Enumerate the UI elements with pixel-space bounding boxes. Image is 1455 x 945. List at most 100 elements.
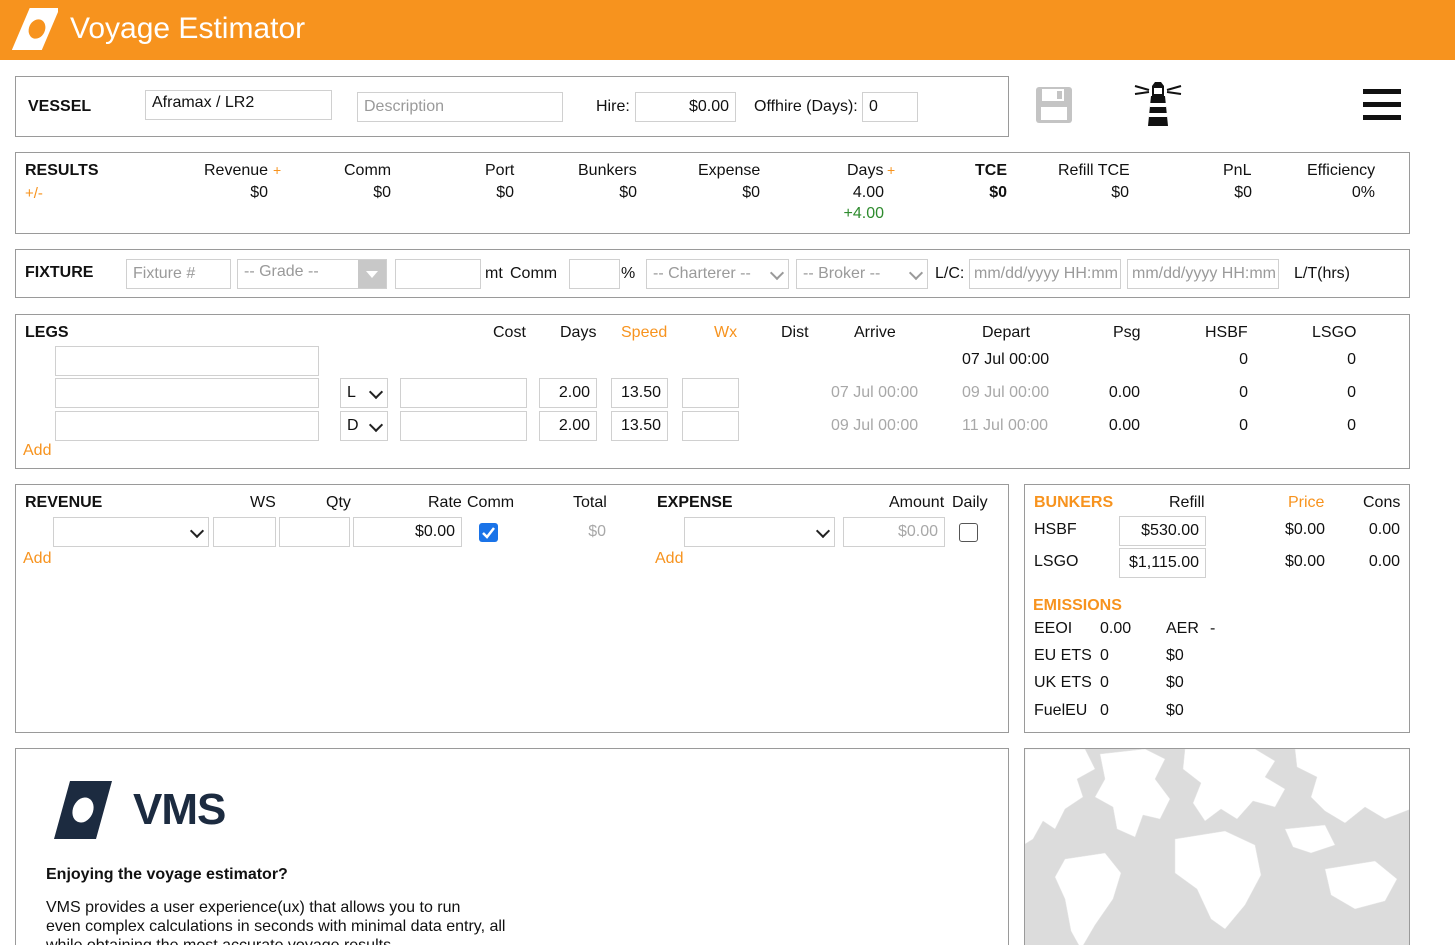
grade-select-value: -- Grade --	[244, 263, 319, 280]
laytime-label: L/T(hrs)	[1294, 265, 1350, 282]
lc-label: L/C:	[935, 265, 965, 282]
results-label: RESULTS	[25, 162, 99, 179]
leg-port-input[interactable]	[55, 378, 319, 408]
vessel-label: VESSEL	[28, 98, 92, 115]
results-revenue-label: Revenue	[204, 162, 269, 179]
revenue-ws-input[interactable]	[213, 517, 276, 547]
leg-start-port-input[interactable]	[55, 346, 319, 376]
vms-brand-text: VMS	[133, 785, 226, 834]
vessel-description-input[interactable]: Description	[357, 92, 563, 122]
leg-days-input[interactable]: 2.00	[539, 411, 597, 441]
caret-down-icon	[366, 271, 378, 278]
revenue-label: REVENUE	[25, 494, 103, 511]
leg-psg: 0.00	[1108, 417, 1140, 434]
revenue-type-select[interactable]	[53, 517, 209, 547]
map-panel[interactable]	[1024, 748, 1410, 945]
bunker-cons: 0.00	[1368, 553, 1400, 570]
leg-arrive: 07 Jul 00:00	[831, 384, 919, 401]
vms-logo-icon	[54, 781, 112, 839]
revenue-add-link[interactable]: Add	[23, 550, 51, 568]
laycan-to-input[interactable]: mm/dd/yyyy HH:mm	[1127, 259, 1279, 289]
leg-type-select[interactable]: L	[340, 378, 388, 408]
expense-type-select[interactable]	[684, 517, 835, 547]
broker-select-value: -- Broker --	[803, 265, 881, 282]
bunkers-header-price[interactable]: Price	[1288, 494, 1324, 512]
leg-type-value: L	[347, 384, 356, 401]
revenue-rate-input[interactable]: $0.00	[353, 517, 462, 547]
results-tce-value: $0	[989, 184, 1007, 201]
legs-header-days: Days	[560, 324, 597, 341]
results-expense-label: Expense	[698, 162, 761, 179]
bunker-price: $0.00	[1284, 553, 1325, 570]
leg-hsbf: 0	[1239, 417, 1248, 434]
save-icon[interactable]	[1035, 86, 1073, 124]
results-plusminus-toggle[interactable]: +/-	[25, 185, 43, 202]
expense-header-amount: Amount	[889, 494, 945, 511]
leg-speed-input[interactable]: 13.50	[611, 378, 668, 408]
legs-header-speed[interactable]: Speed	[621, 324, 667, 342]
bunker-name: HSBF	[1034, 521, 1077, 538]
emission-value: 0	[1100, 702, 1109, 719]
results-bunkers-value: $0	[619, 184, 637, 201]
hire-input[interactable]: $0.00	[635, 92, 736, 122]
revenue-qty-input[interactable]	[279, 517, 350, 547]
results-pnl-value: $0	[1234, 184, 1252, 201]
revenue-comm-checkbox[interactable]	[479, 523, 498, 542]
grade-select[interactable]: -- Grade --	[237, 259, 387, 289]
revenue-header-comm: Comm	[467, 494, 515, 511]
promo-heading: Enjoying the voyage estimator?	[46, 866, 288, 883]
chevron-down-icon	[368, 384, 384, 400]
leg-start-hsbf: 0	[1239, 351, 1248, 368]
revenue-total: $0	[588, 523, 606, 540]
bunker-refill-input[interactable]: $1,115.00	[1119, 548, 1206, 578]
leg-days-input[interactable]: 2.00	[539, 378, 597, 408]
legs-header-depart: Depart	[982, 324, 1031, 341]
fixture-number-input[interactable]: Fixture #	[126, 259, 231, 289]
legs-panel: LEGS Cost Days Speed Wx Dist Arrive Depa…	[15, 314, 1410, 469]
leg-speed-input[interactable]: 13.50	[611, 411, 668, 441]
vessel-type-input[interactable]: Aframax / LR2	[145, 90, 332, 120]
chevron-down-icon	[368, 417, 384, 433]
bunkers-header-cons: Cons	[1363, 494, 1401, 511]
broker-select[interactable]: -- Broker --	[796, 259, 928, 289]
charterer-select[interactable]: -- Charterer --	[646, 259, 789, 289]
leg-wx-input[interactable]	[682, 411, 739, 441]
fixture-quantity-input[interactable]	[395, 259, 481, 289]
bunker-refill-input[interactable]: $530.00	[1119, 516, 1206, 546]
legs-add-link[interactable]: Add	[23, 442, 51, 460]
leg-type-select[interactable]: D	[340, 411, 388, 441]
lighthouse-icon[interactable]	[1133, 80, 1183, 130]
promo-body-line: VMS provides a user experience(ux) that …	[46, 899, 461, 916]
menu-icon[interactable]	[1363, 88, 1401, 122]
results-revenue-plus[interactable]: +	[273, 162, 281, 178]
checkmark-icon	[482, 527, 495, 539]
leg-wx-input[interactable]	[682, 378, 739, 408]
revenue-header-rate: Rate	[428, 494, 462, 511]
expense-add-link[interactable]: Add	[655, 550, 683, 568]
chevron-down-icon	[189, 523, 205, 539]
offhire-label: Offhire (Days):	[754, 98, 858, 115]
fixture-comm-input[interactable]	[569, 259, 620, 289]
bunker-price: $0.00	[1284, 521, 1325, 538]
emission-name: EEOI	[1034, 620, 1073, 637]
charterer-select-value: -- Charterer --	[653, 265, 751, 282]
results-days-value: 4.00	[852, 184, 884, 201]
legs-header-wx[interactable]: Wx	[714, 324, 737, 342]
emission-name: UK ETS	[1034, 674, 1092, 691]
legs-header-psg: Psg	[1113, 324, 1141, 341]
laycan-from-input[interactable]: mm/dd/yyyy HH:mm	[969, 259, 1121, 289]
leg-port-input[interactable]	[55, 411, 319, 441]
leg-cost-input[interactable]	[400, 378, 527, 408]
expense-daily-checkbox[interactable]	[959, 523, 978, 542]
results-pnl-label: PnL	[1223, 162, 1252, 179]
leg-lsgo: 0	[1347, 384, 1356, 401]
expense-amount-input[interactable]: $0.00	[843, 517, 945, 547]
leg-lsgo: 0	[1347, 417, 1356, 434]
fixture-comm-label: Comm	[510, 265, 558, 282]
results-days-plus[interactable]: +	[887, 162, 895, 178]
emission-aer-label: AER	[1166, 620, 1199, 637]
leg-type-value: D	[347, 417, 359, 434]
grade-dropdown-button[interactable]	[358, 260, 386, 288]
leg-cost-input[interactable]	[400, 411, 527, 441]
offhire-input[interactable]: 0	[862, 92, 918, 122]
